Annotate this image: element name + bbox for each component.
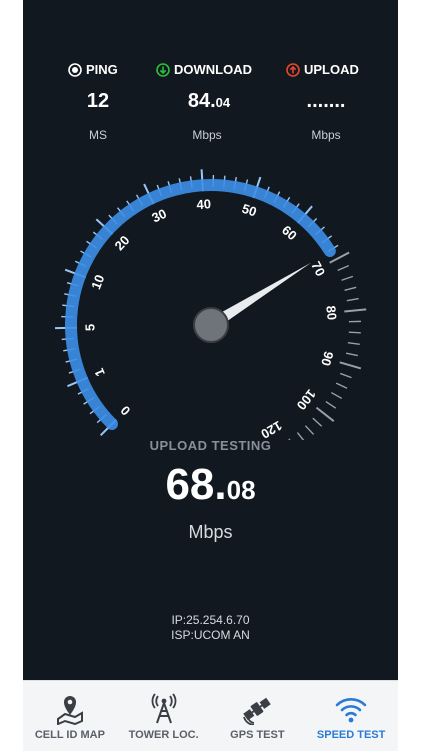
gauge-minor-tick <box>340 373 351 377</box>
ping-header: PING <box>68 62 118 77</box>
stats-panel: PING 12 MS DOWNLOAD 84.04 Mbps UPLOAD ..… <box>23 0 398 160</box>
gauge-minor-tick <box>338 266 349 271</box>
gauge-major-tick <box>344 309 366 311</box>
satellite-icon <box>240 693 274 725</box>
gauge-tick-label: 80 <box>323 305 339 321</box>
gauge-tick-label: 0 <box>118 403 134 419</box>
gauge-tick-label: 40 <box>196 196 211 212</box>
gauge-minor-tick <box>331 393 341 399</box>
ping-label: PING <box>86 62 118 77</box>
speed-test-screen: PING 12 MS DOWNLOAD 84.04 Mbps UPLOAD ..… <box>23 0 398 680</box>
tab-label: GPS TEST <box>230 729 284 741</box>
gauge-minor-tick <box>345 287 357 290</box>
gauge-tick-label: 70 <box>308 259 328 279</box>
network-info: IP:25.254.6.70 ISP:UCOM AN <box>23 613 398 643</box>
gauge-major-tick <box>340 362 361 368</box>
gauge-minor-tick <box>336 383 347 388</box>
tab-label: TOWER LOC. <box>129 729 199 741</box>
current-speed: 68.08 <box>23 460 398 510</box>
download-value-int: 84. <box>188 90 216 112</box>
download-value-dec: 04 <box>216 95 230 110</box>
gauge-tick-label: 60 <box>279 222 300 243</box>
gauge-major-tick <box>316 408 333 422</box>
tab-speed-test[interactable]: SPEED TEST <box>304 681 398 751</box>
gauge-needle-hub <box>194 308 228 342</box>
download-header: DOWNLOAD <box>156 62 252 77</box>
gauge-tick-label: 5 <box>82 324 97 332</box>
ping-value: 12 <box>48 90 148 113</box>
wifi-icon <box>334 693 368 725</box>
bottom-tab-bar: CELL ID MAP TOWER LOC. GPS TEST <box>23 680 398 751</box>
tab-gps-test[interactable]: GPS TEST <box>211 681 305 751</box>
gauge-tick-label: 1 <box>91 366 108 379</box>
download-label: DOWNLOAD <box>174 62 252 77</box>
gauge-tick-label: 90 <box>318 350 336 368</box>
gauge-minor-tick <box>348 343 360 345</box>
ip-address: IP:25.254.6.70 <box>23 613 398 628</box>
gauge-tick-label: 120 <box>258 418 284 440</box>
isp-name: ISP:UCOM AN <box>23 628 398 643</box>
speed-gauge: 0 1 5 10 20 30 40 50 60 70 80 90 100 120 <box>23 150 398 440</box>
upload-arrow-icon <box>286 63 300 77</box>
gauge-needle <box>194 263 311 342</box>
gauge-progress-fill <box>71 185 330 424</box>
upload-unit: Mbps <box>276 128 376 142</box>
ping-unit: MS <box>48 128 148 142</box>
gauge-tick-label: 20 <box>112 233 133 254</box>
gauge-minor-tick <box>346 353 358 355</box>
test-status-label: UPLOAD TESTING <box>23 438 398 453</box>
gauge-tick-label: 30 <box>149 206 169 226</box>
tab-tower-loc[interactable]: TOWER LOC. <box>117 681 211 751</box>
upload-value: ....... <box>276 90 376 113</box>
map-pin-icon <box>53 693 87 725</box>
gauge-minor-tick <box>349 332 361 333</box>
tab-cell-id-map[interactable]: CELL ID MAP <box>23 681 117 751</box>
ping-icon <box>68 63 82 77</box>
download-value: 84.04 <box>159 90 259 113</box>
download-unit: Mbps <box>157 128 257 142</box>
cell-tower-icon <box>147 693 181 725</box>
gauge-minor-tick <box>347 299 359 301</box>
gauge-progress-arc <box>71 185 330 424</box>
gauge-minor-tick <box>313 418 322 426</box>
gauge-minor-tick <box>326 402 336 409</box>
tab-label: CELL ID MAP <box>35 729 105 741</box>
gauge-minor-tick <box>342 276 353 280</box>
gauge-tick-label: 50 <box>240 201 258 220</box>
current-speed-int: 68. <box>165 460 226 509</box>
gauge-tick-label: 10 <box>88 273 107 292</box>
upload-header: UPLOAD <box>286 62 359 77</box>
current-speed-dec: 08 <box>227 475 256 505</box>
gauge-tick-label: 100 <box>294 386 319 412</box>
download-arrow-icon <box>156 63 170 77</box>
tab-label: SPEED TEST <box>317 729 385 741</box>
upload-label: UPLOAD <box>304 62 359 77</box>
gauge-minor-tick <box>305 426 313 435</box>
current-speed-unit: Mbps <box>23 522 398 543</box>
